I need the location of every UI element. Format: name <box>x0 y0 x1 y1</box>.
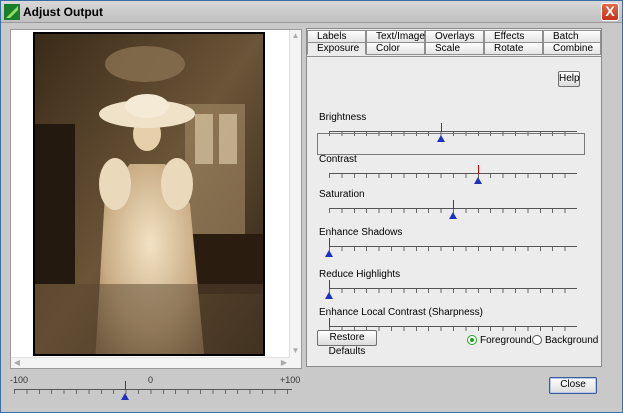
tab-combine[interactable]: Combine <box>543 42 601 55</box>
slider-label-1: Contrast <box>319 154 357 165</box>
tab-scale[interactable]: Scale <box>425 42 484 55</box>
scroll-right-arrow-icon[interactable]: ▶ <box>278 358 290 368</box>
preview-vertical-scrollbar[interactable]: ▲ ▼ <box>289 30 301 368</box>
slider-marker <box>125 381 126 390</box>
preview-horizontal-scrollbar[interactable]: ◀ ▶ <box>11 357 290 368</box>
preview-pane: ▲ ▼ ◀ ▶ <box>10 29 302 369</box>
exposure-slider-1[interactable] <box>329 165 577 185</box>
slider-label-3: Enhance Shadows <box>319 227 403 238</box>
radio-background[interactable]: Background <box>532 335 598 346</box>
slider-marker <box>329 318 330 327</box>
sepia-photo <box>35 34 263 354</box>
slider-thumb[interactable] <box>325 292 333 299</box>
slider-thumb[interactable] <box>437 135 445 142</box>
window-close-button[interactable]: X <box>601 3 619 21</box>
restore-defaults-button[interactable]: Restore Defaults <box>317 330 377 357</box>
scroll-up-arrow-icon[interactable]: ▲ <box>290 30 301 42</box>
slider-ticks <box>329 132 577 136</box>
slider-ticks <box>14 390 292 394</box>
slider-marker <box>441 123 442 132</box>
radio-background-label: Background <box>545 335 599 346</box>
slider-thumb[interactable] <box>449 212 457 219</box>
slider-ticks <box>329 289 577 293</box>
slider-marker <box>329 238 330 247</box>
slider-label-5: Enhance Local Contrast (Sharpness) <box>319 307 483 318</box>
preview-photo <box>33 32 265 356</box>
radio-foreground-label: Foreground <box>480 335 532 346</box>
help-button[interactable]: Help <box>558 71 580 87</box>
slider-marker <box>478 165 479 174</box>
close-button[interactable]: Close <box>549 377 597 394</box>
slider-thumb[interactable] <box>121 393 129 400</box>
app-leaf-icon <box>4 4 20 20</box>
radio-foreground[interactable]: Foreground <box>467 335 532 346</box>
scroll-down-arrow-icon[interactable]: ▼ <box>290 345 301 357</box>
slider-label-2: Saturation <box>319 189 365 200</box>
slider-marker <box>453 200 454 209</box>
tab-rotate[interactable]: Rotate <box>484 42 543 55</box>
slider-thumb[interactable] <box>325 250 333 257</box>
scale-slider-track[interactable] <box>14 381 292 401</box>
slider-ticks <box>329 174 577 178</box>
exposure-slider-3[interactable] <box>325 238 577 258</box>
slider-thumb[interactable] <box>474 177 482 184</box>
radio-background-indicator[interactable] <box>532 335 542 345</box>
tab-exposure[interactable]: Exposure <box>307 42 366 55</box>
scroll-left-arrow-icon[interactable]: ◀ <box>11 358 23 368</box>
preview-scale-slider[interactable]: -100 0 +100 <box>10 375 302 405</box>
title-bar: Adjust Output X <box>1 1 622 23</box>
slider-ticks <box>329 247 577 251</box>
exposure-slider-0[interactable] <box>329 123 577 143</box>
exposure-slider-2[interactable] <box>329 200 577 220</box>
radio-foreground-indicator[interactable] <box>467 335 477 345</box>
slider-label-0: Brightness <box>319 112 367 123</box>
tab-color[interactable]: Color <box>366 42 425 55</box>
adjust-output-window: Adjust Output X ▲ ▼ ◀ ▶ -100 0 +100 Labe… <box>0 0 623 413</box>
slider-marker <box>329 280 330 289</box>
window-title: Adjust Output <box>23 5 103 19</box>
settings-panel: Labels Text/Images Overlays Effects Batch Ex… <box>306 28 602 367</box>
dialog-client: ▲ ▼ ◀ ▶ -100 0 +100 Labels Text/Images Ove… <box>1 23 622 412</box>
slider-label-4: Reduce Highlights <box>319 269 401 280</box>
exposure-tab-content: Help Brightness Contrast Saturation Enhance… <box>307 56 601 366</box>
exposure-slider-4[interactable] <box>325 280 577 300</box>
